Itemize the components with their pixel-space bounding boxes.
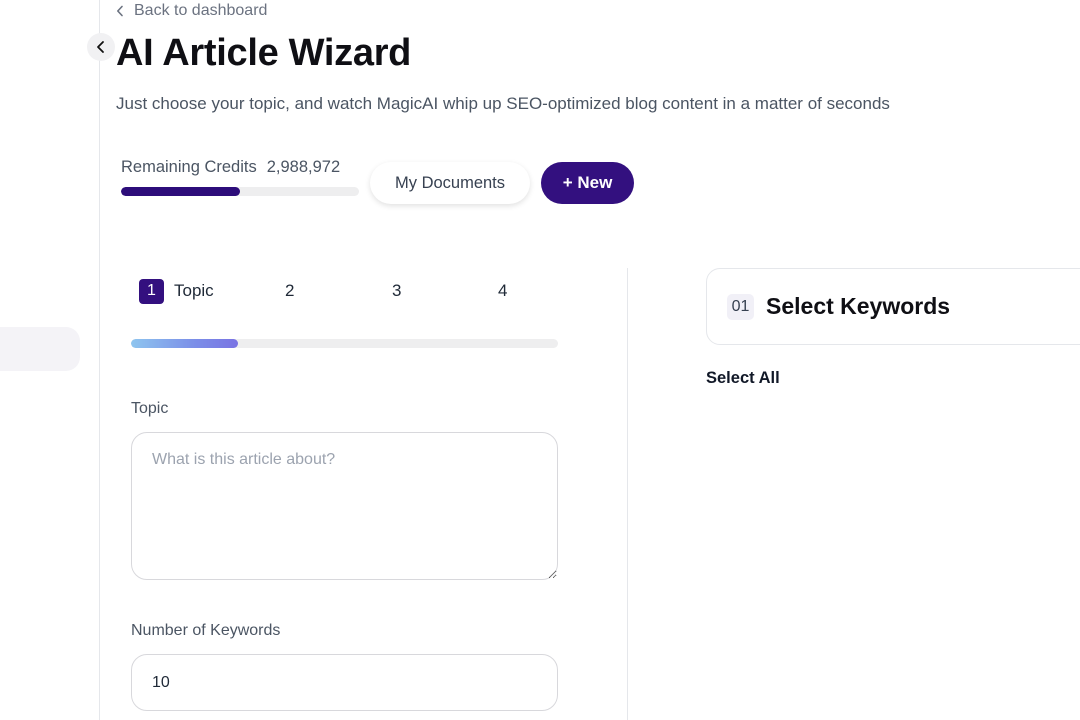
wizard-steps: 1 Topic 2 3 4 (139, 278, 559, 304)
credits-bar (121, 187, 359, 196)
credits-label: Remaining Credits (121, 158, 257, 176)
step-number: 1 (139, 278, 164, 304)
step-label: Topic (174, 281, 214, 300)
step-number: 2 (285, 281, 295, 300)
step-4[interactable]: 4 (498, 278, 507, 304)
wizard-progress-bar (131, 339, 558, 348)
step-2[interactable]: 2 (285, 278, 294, 304)
step-number: 3 (392, 281, 402, 300)
chevron-left-icon (117, 5, 123, 17)
step-badge: 01 (727, 293, 754, 320)
chevron-left-icon (97, 41, 104, 53)
new-button[interactable]: + New (541, 162, 634, 204)
page-subtitle: Just choose your topic, and watch MagicA… (116, 94, 890, 113)
my-documents-button[interactable]: My Documents (370, 162, 530, 204)
back-link-label: Back to dashboard (134, 2, 268, 19)
topic-textarea[interactable] (131, 432, 558, 580)
select-keywords-card: 01 Select Keywords (706, 268, 1080, 345)
keywords-count-input[interactable] (131, 654, 558, 711)
sidebar-collapse-button[interactable] (87, 33, 115, 61)
panel-divider (627, 268, 628, 720)
page-title: AI Article Wizard (116, 32, 412, 74)
select-all-button[interactable]: Select All (706, 369, 780, 388)
sidebar (0, 0, 100, 720)
sidebar-active-item[interactable] (0, 327, 80, 371)
remaining-credits: Remaining Credits 2,988,972 (121, 158, 361, 196)
step-3[interactable]: 3 (392, 278, 401, 304)
step-1[interactable]: 1 Topic (139, 278, 214, 304)
topic-label: Topic (131, 400, 169, 417)
wizard-progress-fill (131, 339, 238, 348)
step-number: 4 (498, 281, 508, 300)
select-keywords-title: Select Keywords (766, 293, 951, 319)
keywords-count-label: Number of Keywords (131, 622, 281, 639)
back-to-dashboard-link[interactable]: Back to dashboard (116, 1, 267, 21)
credits-bar-fill (121, 187, 240, 196)
credits-value: 2,988,972 (266, 158, 341, 176)
